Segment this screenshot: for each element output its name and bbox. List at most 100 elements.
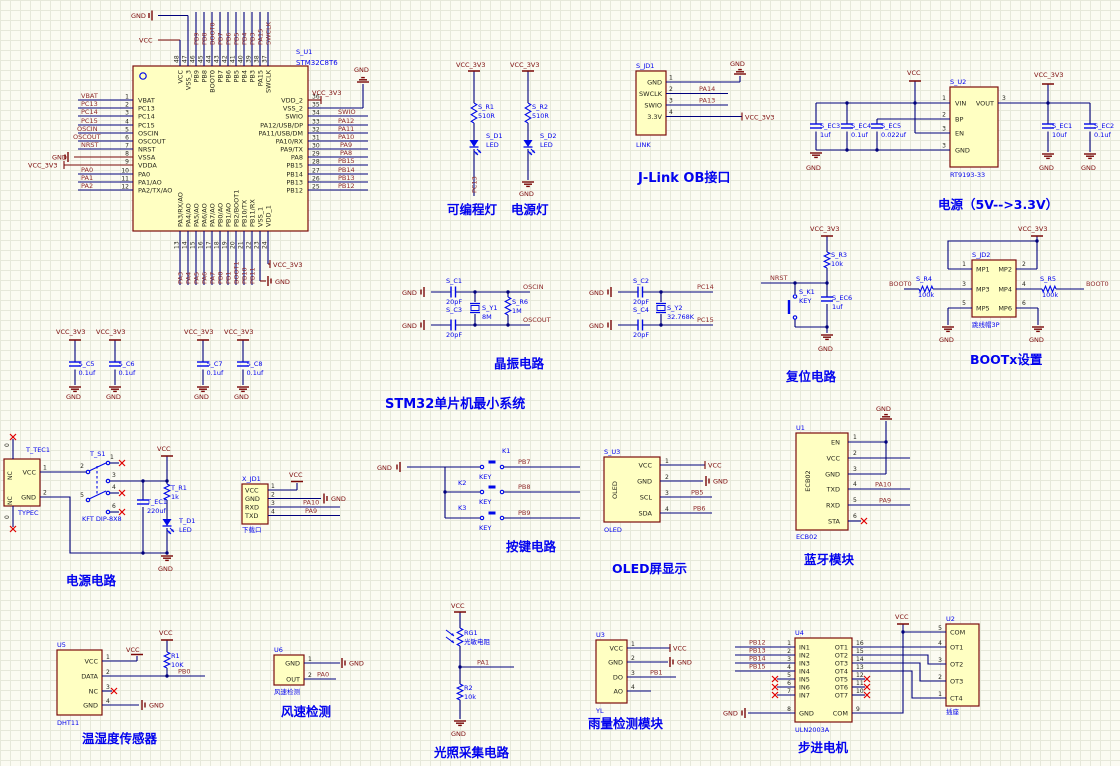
label: PB1/AO xyxy=(225,203,233,227)
label: GND xyxy=(519,190,534,198)
label: 19 xyxy=(222,241,229,249)
label: IN4 xyxy=(799,668,810,676)
section-title: OLED屏显示 xyxy=(612,561,688,576)
label: S_C7 xyxy=(207,360,223,368)
label: 10k xyxy=(831,260,843,268)
label: PB15 xyxy=(286,162,303,170)
label: PB4 xyxy=(241,70,249,83)
label: VCC_3V3 xyxy=(28,162,58,170)
label: PB5 xyxy=(233,70,241,83)
label: PA15 xyxy=(257,29,265,45)
label: 30 xyxy=(312,143,320,150)
label: 1 xyxy=(125,94,129,101)
label: 4 xyxy=(112,484,116,491)
label: GND xyxy=(131,12,146,20)
label: PB14 xyxy=(338,166,355,174)
label: T_R1 xyxy=(170,484,187,492)
label: PB9 xyxy=(518,509,531,517)
label: TXD xyxy=(244,512,258,520)
label: 100k xyxy=(1042,291,1058,299)
label: STA xyxy=(828,518,841,526)
label: BOOT0 xyxy=(1086,280,1109,288)
label: PA12 xyxy=(338,117,354,125)
label: VCC_3V3 xyxy=(1018,225,1048,233)
wire-junction xyxy=(506,290,510,294)
label: S_Y2 xyxy=(667,304,682,312)
label: VSSA xyxy=(138,154,156,162)
label: 2 xyxy=(665,474,669,481)
label: OSCIN xyxy=(523,283,544,291)
label: 2 xyxy=(938,674,942,681)
section-title: 电源电路 xyxy=(66,573,117,588)
label: 39 xyxy=(246,55,253,63)
label: IN7 xyxy=(799,692,810,700)
label: VBAT xyxy=(138,97,155,105)
label: PA3/RX/AO xyxy=(177,192,185,227)
label: NC xyxy=(89,688,99,696)
label: GND xyxy=(876,405,891,413)
label: 1k xyxy=(171,493,179,501)
label: PA9 xyxy=(340,141,352,149)
label: MP5 xyxy=(976,305,990,313)
label: VCC xyxy=(907,69,921,77)
label: 2 xyxy=(853,450,857,457)
part-number: ULN2003A xyxy=(795,726,830,734)
label: 1uf xyxy=(832,303,843,311)
label: GND xyxy=(799,710,814,718)
label: 4 xyxy=(787,664,791,671)
label: VSS_2 xyxy=(283,105,303,113)
label: 10k xyxy=(464,693,476,701)
label: SWCLK xyxy=(639,90,663,98)
label: 2 xyxy=(80,463,84,470)
label: PC14 xyxy=(81,108,98,116)
label: YL xyxy=(595,707,604,715)
label: GND xyxy=(806,164,821,172)
label: S_EC2 xyxy=(1094,122,1114,130)
label: PC14 xyxy=(697,283,714,291)
label: IN2 xyxy=(799,652,810,660)
label: GND xyxy=(589,289,604,297)
label: OT6 xyxy=(835,684,848,692)
designator: RG1 xyxy=(464,629,478,637)
label: 16 xyxy=(856,640,864,647)
section-title: 温湿度传感器 xyxy=(82,731,158,746)
designator: K1 xyxy=(502,447,510,455)
label: S_R5 xyxy=(1040,275,1056,283)
label: PB7 xyxy=(217,32,225,45)
label: 1 xyxy=(669,75,673,82)
label: 25 xyxy=(312,184,320,191)
label: 0.1uf xyxy=(79,369,96,377)
section-title: 风速检测 xyxy=(281,704,331,719)
label: VCC xyxy=(826,455,840,463)
label: PA5 xyxy=(193,272,201,284)
label: NC xyxy=(7,471,14,480)
button-cap xyxy=(488,485,496,489)
wire-junction xyxy=(659,323,663,327)
label: 7 xyxy=(125,143,129,150)
label: GND xyxy=(713,478,728,486)
label: IN6 xyxy=(799,684,810,692)
label: S_EC6 xyxy=(832,294,852,302)
label: PB2/BOOT1 xyxy=(233,190,241,227)
label: GND xyxy=(730,60,745,68)
label: RXD xyxy=(826,502,840,510)
label: 29 xyxy=(312,151,320,158)
label: S_C3 xyxy=(446,306,462,314)
label: 2 xyxy=(271,492,275,499)
wire-junction xyxy=(165,551,169,555)
label: 1 xyxy=(665,458,669,465)
label: S_C1 xyxy=(446,277,462,285)
label: S_R2 xyxy=(532,103,548,111)
label: 1 xyxy=(787,640,791,647)
label: GND xyxy=(21,494,36,502)
label: 220uf xyxy=(147,507,167,515)
label: PB9 xyxy=(193,70,201,83)
button-cap xyxy=(488,460,496,464)
label: GND xyxy=(83,702,98,710)
part-number: STM32C8T6 xyxy=(296,59,338,67)
label: 6 xyxy=(125,135,129,142)
wire-junction xyxy=(825,281,829,285)
label: 14 xyxy=(182,241,189,249)
designator: U1 xyxy=(796,424,805,432)
wire-junction xyxy=(165,479,169,483)
